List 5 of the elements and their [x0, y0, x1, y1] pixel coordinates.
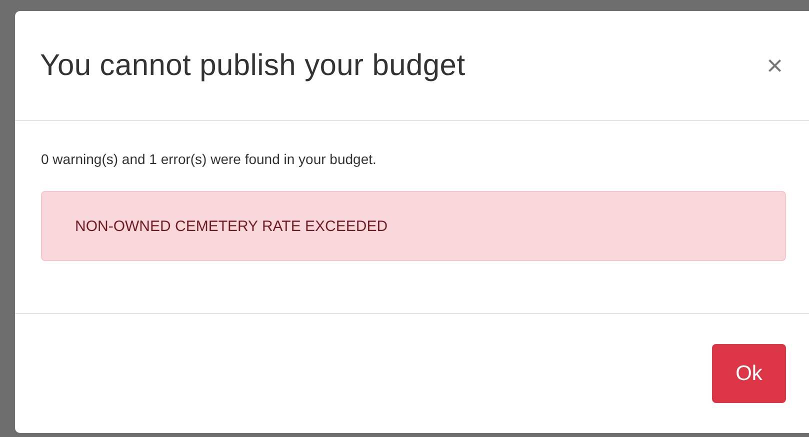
error-alert: NON-OWNED CEMETERY RATE EXCEEDED — [41, 191, 786, 261]
ok-button[interactable]: Ok — [712, 344, 786, 403]
summary-text: 0 warning(s) and 1 error(s) were found in your budget. — [41, 151, 378, 167]
dialog-title: You cannot publish your budget — [40, 48, 466, 82]
close-button[interactable]: × — [762, 52, 787, 80]
